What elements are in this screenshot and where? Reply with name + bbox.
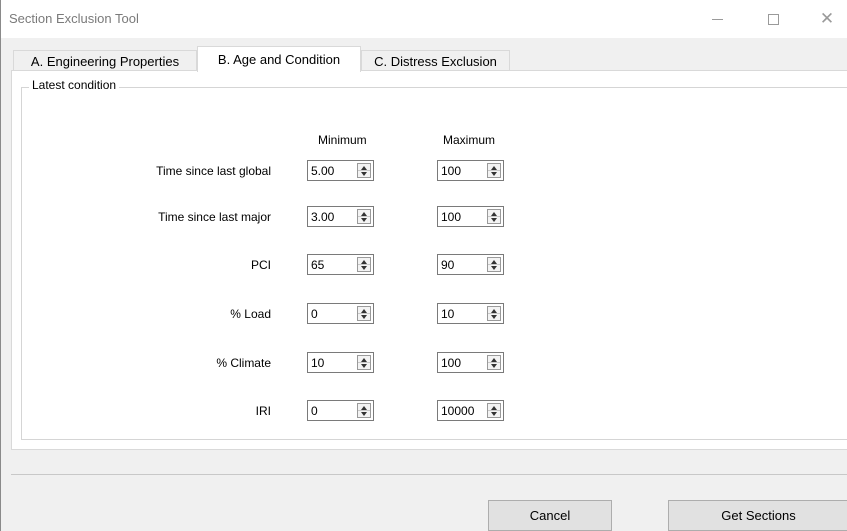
spin-value: 5.00 bbox=[311, 164, 335, 178]
group-title: Latest condition bbox=[29, 78, 120, 92]
maximum-column-header: Maximum bbox=[443, 133, 496, 147]
iri-max-input[interactable]: 10000 bbox=[437, 400, 504, 421]
time-since-last-global-min-input[interactable]: 5.00 bbox=[307, 160, 374, 181]
spin-value: 100 bbox=[441, 210, 462, 224]
close-icon: ✕ bbox=[819, 8, 835, 29]
spin-value: 90 bbox=[441, 258, 455, 272]
spinner-arrows-icon[interactable] bbox=[487, 306, 501, 321]
row-label-pci: PCI bbox=[250, 258, 271, 272]
spinner-arrows-icon[interactable] bbox=[357, 403, 371, 418]
row-label-time-since-last-major: Time since last major bbox=[158, 210, 271, 224]
spinner-arrows-icon[interactable] bbox=[487, 209, 501, 224]
row-label-time-since-last-global: Time since last global bbox=[156, 164, 271, 178]
spinner-arrows-icon[interactable] bbox=[487, 403, 501, 418]
footer-divider bbox=[11, 474, 847, 475]
spin-value: 3.00 bbox=[311, 210, 335, 224]
tab-age-and-condition[interactable]: B. Age and Condition bbox=[197, 46, 361, 72]
minimum-column-header: Minimum bbox=[318, 133, 367, 147]
spin-value: 100 bbox=[441, 356, 462, 370]
minimize-icon bbox=[711, 18, 723, 20]
spinner-arrows-icon[interactable] bbox=[357, 355, 371, 370]
time-since-last-major-max-input[interactable]: 100 bbox=[437, 206, 504, 227]
pci-min-input[interactable]: 65 bbox=[307, 254, 374, 275]
time-since-last-global-max-input[interactable]: 100 bbox=[437, 160, 504, 181]
spin-value: 10000 bbox=[441, 404, 475, 418]
window-title: Section Exclusion Tool bbox=[9, 11, 139, 26]
spinner-arrows-icon[interactable] bbox=[357, 306, 371, 321]
spinner-arrows-icon[interactable] bbox=[357, 257, 371, 272]
row-label-iri: IRI bbox=[255, 404, 271, 418]
maximize-icon bbox=[767, 13, 779, 25]
spin-value: 100 bbox=[441, 164, 462, 178]
climate-max-input[interactable]: 100 bbox=[437, 352, 504, 373]
title-bar[interactable]: Section Exclusion Tool ✕ bbox=[1, 0, 847, 38]
tab-engineering-properties[interactable]: A. Engineering Properties bbox=[13, 50, 197, 71]
spinner-arrows-icon[interactable] bbox=[357, 163, 371, 178]
row-label-climate: % Climate bbox=[216, 356, 271, 370]
row-label-load: % Load bbox=[230, 307, 271, 321]
spinner-arrows-icon[interactable] bbox=[487, 257, 501, 272]
close-button[interactable]: ✕ bbox=[804, 0, 847, 38]
maximize-button[interactable] bbox=[750, 0, 796, 38]
load-min-input[interactable]: 0 bbox=[307, 303, 374, 324]
section-exclusion-window: Section Exclusion Tool ✕ A. Engineering … bbox=[0, 0, 847, 531]
spin-value: 10 bbox=[311, 356, 325, 370]
iri-min-input[interactable]: 0 bbox=[307, 400, 374, 421]
spinner-arrows-icon[interactable] bbox=[487, 163, 501, 178]
pci-max-input[interactable]: 90 bbox=[437, 254, 504, 275]
spinner-arrows-icon[interactable] bbox=[487, 355, 501, 370]
spin-value: 0 bbox=[311, 404, 318, 418]
load-max-input[interactable]: 10 bbox=[437, 303, 504, 324]
time-since-last-major-min-input[interactable]: 3.00 bbox=[307, 206, 374, 227]
spinner-arrows-icon[interactable] bbox=[357, 209, 371, 224]
spin-value: 0 bbox=[311, 307, 318, 321]
tab-distress-exclusion[interactable]: C. Distress Exclusion bbox=[361, 50, 510, 71]
minimize-button[interactable] bbox=[694, 0, 740, 38]
cancel-button[interactable]: Cancel bbox=[488, 500, 612, 531]
spin-value: 10 bbox=[441, 307, 455, 321]
climate-min-input[interactable]: 10 bbox=[307, 352, 374, 373]
spin-value: 65 bbox=[311, 258, 325, 272]
get-sections-button[interactable]: Get Sections bbox=[668, 500, 847, 531]
